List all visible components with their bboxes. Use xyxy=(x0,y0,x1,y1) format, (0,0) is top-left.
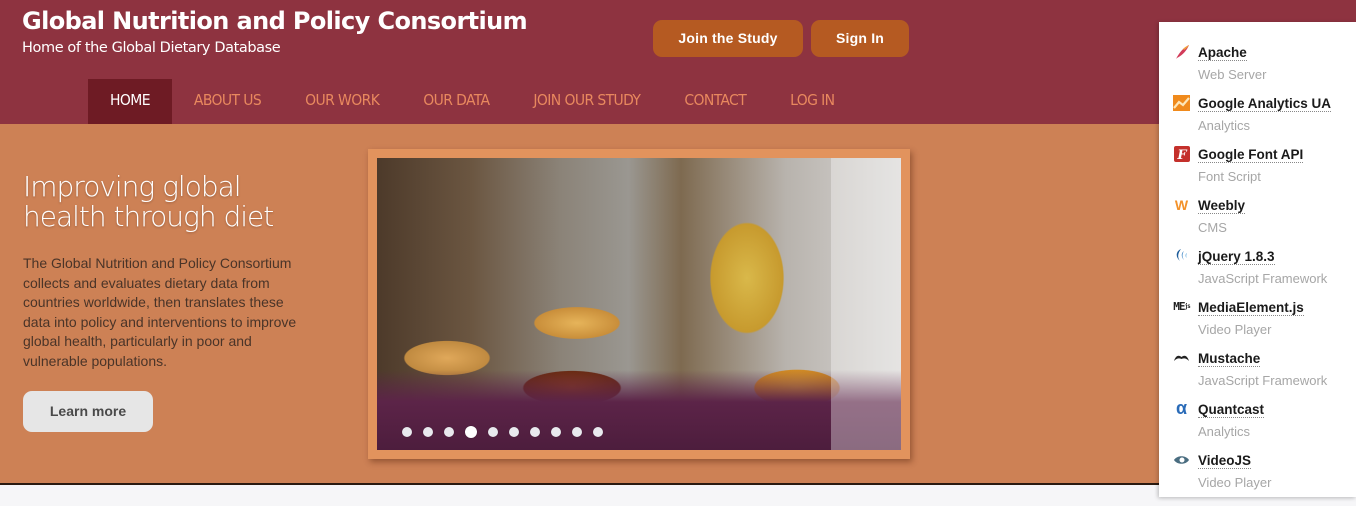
nav-item-home[interactable]: HOME xyxy=(88,79,172,124)
slider-dot-active[interactable] xyxy=(465,426,477,438)
tech-name[interactable]: VideoJS xyxy=(1198,453,1252,469)
slide-image[interactable] xyxy=(377,158,901,450)
slider-dot[interactable] xyxy=(444,427,454,437)
nav-item-our-work[interactable]: OUR WORK xyxy=(283,79,401,124)
tech-category: JavaScript Framework xyxy=(1198,271,1328,286)
nav-item-our-data[interactable]: OUR DATA xyxy=(401,79,511,124)
slider-dot[interactable] xyxy=(488,427,498,437)
tech-category: Analytics xyxy=(1198,118,1251,133)
tech-category: Font Script xyxy=(1198,169,1261,184)
tech-item-mustache: Mustache JavaScript Framework xyxy=(1159,336,1356,388)
analytics-chart-icon xyxy=(1173,94,1190,111)
weebly-w-icon: W xyxy=(1174,196,1189,213)
tech-name[interactable]: Mustache xyxy=(1198,351,1261,367)
nav-item-about-us[interactable]: ABOUT US xyxy=(172,79,283,124)
nav-item-join-our-study[interactable]: JOIN OUR STUDY xyxy=(511,79,662,124)
tech-name[interactable]: Google Font API xyxy=(1198,147,1304,163)
svg-text:F: F xyxy=(1176,148,1187,162)
slider-dot[interactable] xyxy=(402,427,412,437)
slider-dot[interactable] xyxy=(423,427,433,437)
slider-pagination xyxy=(402,426,603,438)
tech-category: Video Player xyxy=(1198,322,1272,337)
tech-item-jquery: jQuery 1.8.3 JavaScript Framework xyxy=(1159,234,1356,286)
mustache-icon xyxy=(1173,349,1190,366)
quantcast-alpha-icon: α xyxy=(1175,398,1188,418)
jquery-icon xyxy=(1173,247,1190,264)
tech-category: CMS xyxy=(1198,220,1227,235)
tech-item-mediaelement: ME js MediaElement.js Video Player xyxy=(1159,285,1356,337)
tech-category: JavaScript Framework xyxy=(1198,373,1328,388)
videojs-eye-icon xyxy=(1173,451,1190,468)
tech-item-apache: Apache Web Server xyxy=(1159,30,1356,82)
hero-description: The Global Nutrition and Policy Consorti… xyxy=(23,255,297,369)
sign-in-button[interactable]: Sign In xyxy=(811,20,909,57)
hero-heading: Improving global health through diet xyxy=(23,170,274,233)
tech-name[interactable]: Weebly xyxy=(1198,198,1246,214)
slider-dot[interactable] xyxy=(509,427,519,437)
site-tagline: Home of the Global Dietary Database xyxy=(22,40,281,56)
slider-dot[interactable] xyxy=(572,427,582,437)
tech-item-videojs: VideoJS Video Player xyxy=(1159,438,1356,490)
slider-dot[interactable] xyxy=(551,427,561,437)
tech-name[interactable]: Apache xyxy=(1198,45,1247,61)
tech-category: Video Player xyxy=(1198,475,1272,490)
mediaelement-icon: ME js xyxy=(1173,300,1191,313)
tech-name[interactable]: Google Analytics UA xyxy=(1198,96,1332,112)
tech-item-google-font-api: F Google Font API Font Script xyxy=(1159,132,1356,184)
join-study-button[interactable]: Join the Study xyxy=(653,20,803,57)
learn-more-button[interactable]: Learn more xyxy=(23,391,153,432)
image-slider xyxy=(368,149,910,459)
tech-name[interactable]: jQuery 1.8.3 xyxy=(1198,249,1275,265)
tech-category: Analytics xyxy=(1198,424,1251,439)
site-header: Global Nutrition and Policy Consortium H… xyxy=(0,0,1356,124)
hero-section: Improving global health through diet The… xyxy=(0,124,1356,485)
slider-dot[interactable] xyxy=(530,427,540,437)
feather-icon xyxy=(1173,43,1190,60)
main-nav: HOME ABOUT US OUR WORK OUR DATA JOIN OUR… xyxy=(88,79,857,124)
slider-dot[interactable] xyxy=(593,427,603,437)
tech-item-quantcast: α Quantcast Analytics xyxy=(1159,387,1356,439)
tech-name[interactable]: MediaElement.js xyxy=(1198,300,1304,316)
technology-panel: Apache Web Server Google Analytics UA An… xyxy=(1159,22,1356,497)
nav-item-log-in[interactable]: LOG IN xyxy=(768,79,856,124)
site-title[interactable]: Global Nutrition and Policy Consortium xyxy=(22,7,528,35)
font-f-icon: F xyxy=(1173,145,1190,162)
nav-item-contact[interactable]: CONTACT xyxy=(662,79,768,124)
tech-item-weebly: W Weebly CMS xyxy=(1159,183,1356,235)
tech-item-google-analytics: Google Analytics UA Analytics xyxy=(1159,81,1356,133)
tech-category: Web Server xyxy=(1198,67,1267,82)
tech-name[interactable]: Quantcast xyxy=(1198,402,1265,418)
